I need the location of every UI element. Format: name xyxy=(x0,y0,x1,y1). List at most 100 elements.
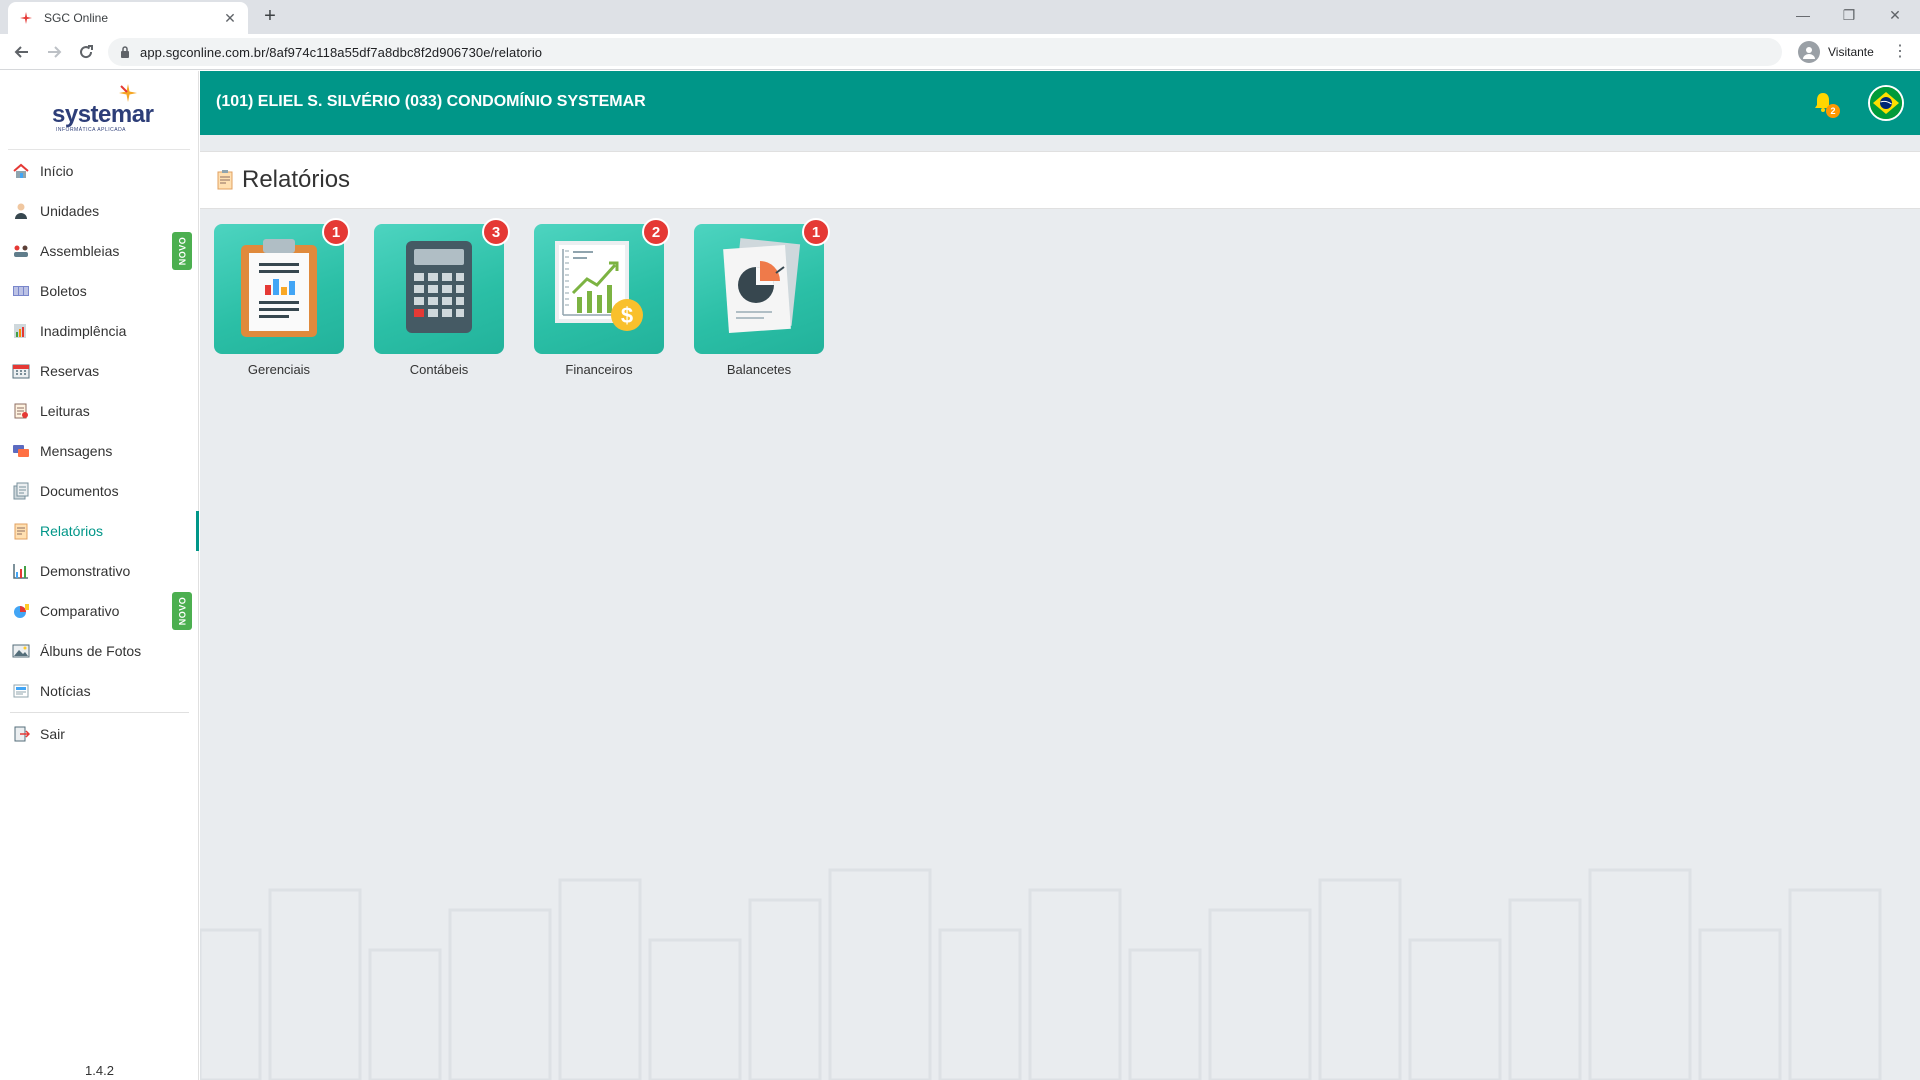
photo-icon xyxy=(12,642,30,660)
report-icon xyxy=(216,170,234,190)
sidebar-item-inicio[interactable]: Início xyxy=(0,151,199,191)
sidebar-item-demonstrativo[interactable]: Demonstrativo xyxy=(0,551,199,591)
card-tile xyxy=(694,224,824,354)
browser-menu-icon[interactable]: ⋮ xyxy=(1890,40,1910,64)
news-icon xyxy=(12,682,30,700)
sidebar-item-sair[interactable]: Sair xyxy=(0,714,199,754)
minimize-icon[interactable]: — xyxy=(1780,4,1826,28)
app-header: (101) ELIEL S. SILVÉRIO (033) CONDOMÍNIO… xyxy=(200,71,1920,135)
forward-icon[interactable] xyxy=(42,40,66,64)
novo-badge: NOVO xyxy=(172,592,192,630)
sidebar-item-leituras[interactable]: Leituras xyxy=(0,391,199,431)
reading-icon xyxy=(12,402,30,420)
count-badge: 3 xyxy=(482,218,510,246)
tab-title: SGC Online xyxy=(44,11,109,25)
chart-icon xyxy=(12,562,30,580)
card-tile xyxy=(374,224,504,354)
card-label: Contábeis xyxy=(409,362,469,377)
header-title: (101) ELIEL S. SILVÉRIO (033) CONDOMÍNIO… xyxy=(216,93,646,110)
notifications-button[interactable]: 2 xyxy=(1812,91,1842,119)
sidebar-item-label: Reservas xyxy=(40,363,100,379)
main-content: Relatórios Gerenciais 1 Contábeis 3 $ Fi… xyxy=(200,135,1920,1080)
sidebar-menu: Início Unidades Assembleias NOVO Boletos xyxy=(0,151,199,754)
card-tile: $ xyxy=(534,224,664,354)
page-title: Relatórios xyxy=(242,166,351,193)
count-badge: 2 xyxy=(642,218,670,246)
report-card-balancetes[interactable]: Balancetes 1 xyxy=(694,218,830,377)
logo-subtitle: INFORMÁTICA APLICADA xyxy=(56,127,127,133)
reload-icon[interactable] xyxy=(74,40,98,64)
card-label: Gerenciais xyxy=(247,362,311,377)
messages-icon xyxy=(12,442,30,460)
restore-icon[interactable]: ❐ xyxy=(1826,4,1872,28)
profile-avatar-icon xyxy=(1798,41,1820,63)
exit-icon xyxy=(12,725,30,743)
report-cards: Gerenciais 1 Contábeis 3 $ Financeiros 2… xyxy=(214,218,854,377)
sidebar-item-mensagens[interactable]: Mensagens xyxy=(0,431,199,471)
sidebar-item-boletos[interactable]: Boletos xyxy=(0,271,199,311)
sidebar-item-assembleias[interactable]: Assembleias NOVO xyxy=(0,231,199,271)
calculator-icon xyxy=(404,239,474,340)
user-icon xyxy=(12,202,30,220)
report-card-contabeis[interactable]: Contábeis 3 xyxy=(374,218,510,377)
clipboard-report-icon xyxy=(237,235,321,344)
sidebar-item-label: Notícias xyxy=(40,683,91,699)
profile-button[interactable]: Visitante xyxy=(1790,38,1882,66)
sidebar-item-unidades[interactable]: Unidades xyxy=(0,191,199,231)
systemar-favicon-icon xyxy=(18,10,34,26)
card-tile xyxy=(214,224,344,354)
back-icon[interactable] xyxy=(10,40,34,64)
sidebar-item-relatorios[interactable]: Relatórios xyxy=(0,511,199,551)
count-badge: 1 xyxy=(322,218,350,246)
divider xyxy=(8,149,190,150)
sidebar-item-label: Mensagens xyxy=(40,443,113,459)
address-bar[interactable]: app.sgconline.com.br/8af974c118a55df7a8d… xyxy=(108,38,1782,66)
sidebar-item-albuns[interactable]: Álbuns de Fotos xyxy=(0,631,199,671)
count-badge: 1 xyxy=(802,218,830,246)
balance-pie-icon xyxy=(714,237,804,342)
lock-icon xyxy=(120,45,132,59)
app-version: 1.4.2 xyxy=(85,1063,114,1078)
sidebar-item-label: Unidades xyxy=(40,203,100,219)
skyline-background xyxy=(200,868,1882,1080)
sidebar-item-noticias[interactable]: Notícias xyxy=(0,671,199,711)
sidebar-item-documentos[interactable]: Documentos xyxy=(0,471,199,511)
browser-tabstrip: SGC Online ✕ + — ❐ ✕ xyxy=(0,0,1920,34)
debt-icon xyxy=(12,322,30,340)
sidebar-item-label: Álbuns de Fotos xyxy=(40,643,142,659)
sidebar-item-label: Sair xyxy=(40,726,65,742)
sidebar-item-comparativo[interactable]: Comparativo NOVO xyxy=(0,591,199,631)
barcode-icon xyxy=(12,282,30,300)
divider xyxy=(10,712,189,713)
page-header: Relatórios xyxy=(200,151,1920,209)
report-card-gerenciais[interactable]: Gerenciais 1 xyxy=(214,218,350,377)
sidebar-item-label: Demonstrativo xyxy=(40,563,131,579)
sidebar-item-label: Boletos xyxy=(40,283,87,299)
sidebar-item-reservas[interactable]: Reservas xyxy=(0,351,199,391)
calendar-icon xyxy=(12,362,30,380)
close-window-icon[interactable]: ✕ xyxy=(1872,4,1918,28)
home-icon xyxy=(12,162,30,180)
pie-chart-icon xyxy=(12,602,30,620)
sidebar-item-label: Início xyxy=(40,163,74,179)
logo-text: systemar xyxy=(52,101,154,128)
report-card-financeiros[interactable]: $ Financeiros 2 xyxy=(534,218,670,377)
notification-count-badge: 2 xyxy=(1826,104,1840,118)
card-label: Financeiros xyxy=(565,362,633,377)
new-tab-icon[interactable]: + xyxy=(258,5,282,29)
browser-toolbar: app.sgconline.com.br/8af974c118a55df7a8d… xyxy=(0,34,1920,70)
documents-icon xyxy=(12,482,30,500)
systemar-logo[interactable]: systemar INFORMÁTICA APLICADA xyxy=(52,81,154,137)
sidebar-item-label: Leituras xyxy=(40,403,90,419)
close-tab-icon[interactable]: ✕ xyxy=(222,10,238,27)
card-label: Balancetes xyxy=(726,362,792,377)
url-text: app.sgconline.com.br/8af974c118a55df7a8d… xyxy=(140,44,543,60)
browser-tab[interactable]: SGC Online ✕ xyxy=(8,2,248,34)
sidebar-item-inadimplencia[interactable]: Inadimplência xyxy=(0,311,199,351)
sidebar-item-label: Assembleias xyxy=(40,243,120,259)
financial-chart-icon: $ xyxy=(549,237,649,342)
sidebar-item-label: Comparativo xyxy=(40,603,120,619)
brazil-flag-icon[interactable] xyxy=(1868,85,1904,121)
sidebar-item-label: Relatórios xyxy=(40,523,104,539)
report-icon xyxy=(12,522,30,540)
